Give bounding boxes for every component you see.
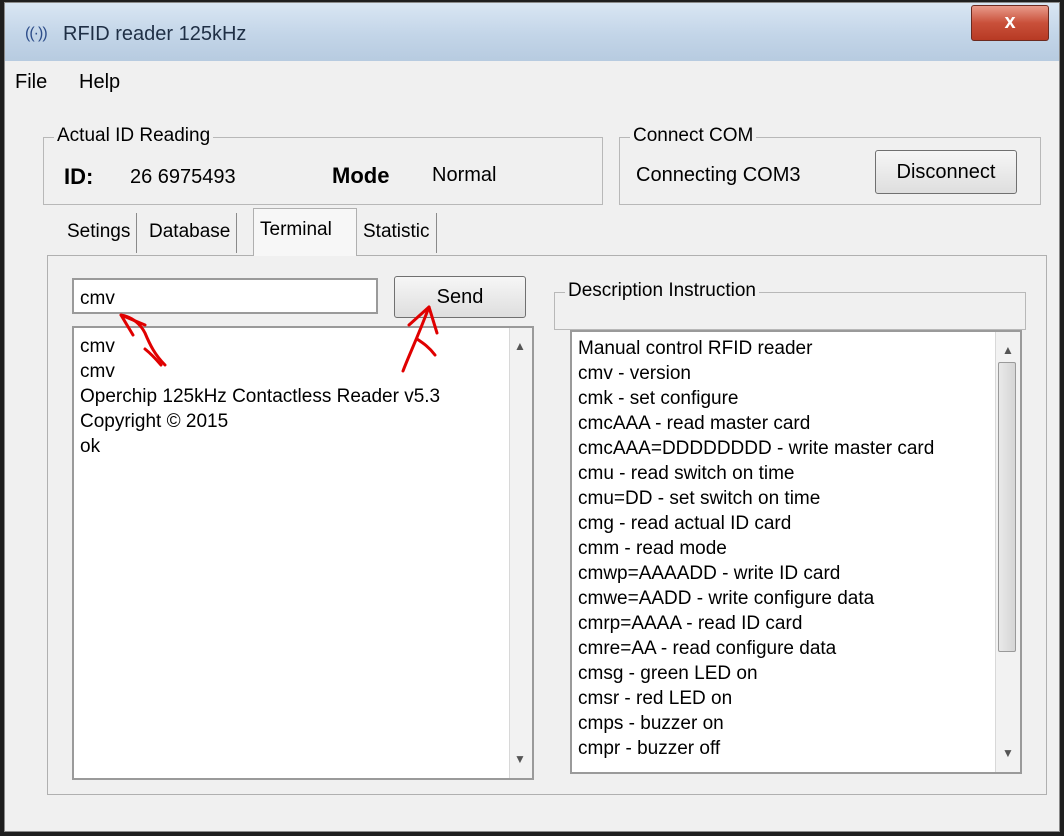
tab-terminal[interactable]: Terminal [253,208,357,256]
app-window: ((·)) RFID reader 125kHz x File Help Act… [4,2,1060,832]
red-arrow-send-icon [401,305,439,373]
red-arrow-input-icon [119,313,167,367]
annotation-arrows [119,305,439,373]
